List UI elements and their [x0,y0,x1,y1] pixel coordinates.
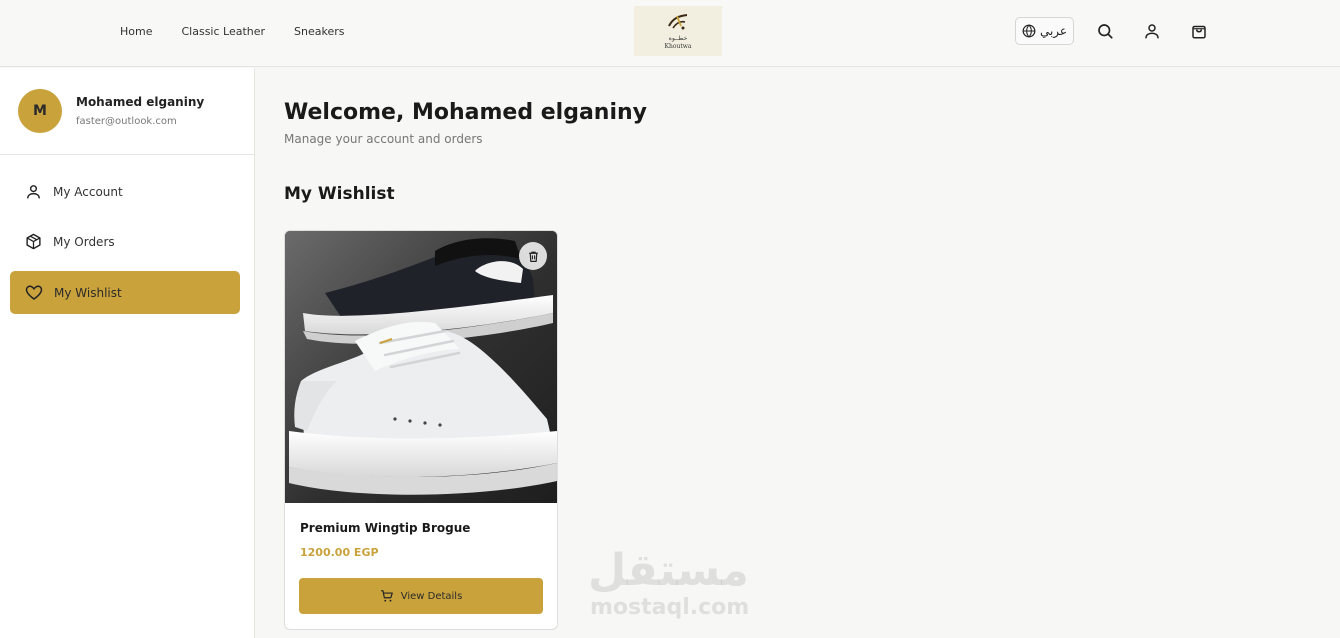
watermark-english: mostaql.com [590,595,750,620]
product-image[interactable] [285,231,557,503]
brand-logo[interactable]: خطــوة Khoutwa [634,6,722,56]
logo-english-text: Khoutwa [664,43,692,50]
wishlist-product-card[interactable]: Premium Wingtip Brogue 1200.00 EGP View … [284,230,558,630]
top-header: Home Classic Leather Sneakers خطــوة Kho… [0,0,1340,67]
logo-mark-icon [668,14,688,30]
remove-from-wishlist-button[interactable] [519,242,547,270]
language-switch-button[interactable]: عربي [1015,17,1074,45]
nav-sneakers-link[interactable]: Sneakers [294,25,344,38]
profile-email: faster@outlook.com [76,116,177,127]
heart-icon [25,285,43,300]
language-label: عربي [1039,24,1068,38]
page-title: Welcome, Mohamed elganiny [284,100,647,125]
product-price: 1200.00 EGP [300,546,379,559]
section-title: My Wishlist [284,184,395,204]
search-icon[interactable] [1095,21,1115,41]
watermark-arabic: مستقل [588,545,749,596]
shopping-bag-icon[interactable] [1189,21,1209,41]
profile-summary: M Mohamed elganiny faster@outlook.com [0,68,254,155]
logo-arabic-text: خطــوة [668,35,688,42]
sidebar-item-label: My Account [53,184,123,199]
cart-icon [380,590,393,602]
user-icon [27,185,40,199]
sidebar-item-my-account[interactable]: My Account [10,170,240,213]
globe-icon [1022,24,1036,38]
nav-home-link[interactable]: Home [120,25,152,38]
sidebar-item-label: My Wishlist [54,285,122,300]
sidebar-item-my-orders[interactable]: My Orders [10,220,240,263]
main-nav: Home Classic Leather Sneakers [120,0,374,62]
page-subtitle: Manage your account and orders [284,132,483,146]
package-icon [26,233,41,250]
view-details-button[interactable]: View Details [299,578,543,614]
trash-icon [528,251,538,262]
profile-name: Mohamed elganiny [76,95,205,109]
avatar: M [18,89,62,133]
account-sidebar: M Mohamed elganiny faster@outlook.com My… [0,68,255,638]
user-account-icon[interactable] [1142,21,1162,41]
view-details-label: View Details [400,590,463,602]
watermark: مستقل mostaql.com [588,545,768,627]
sidebar-item-label: My Orders [53,234,115,249]
product-name[interactable]: Premium Wingtip Brogue [300,521,470,535]
sidebar-item-my-wishlist[interactable]: My Wishlist [10,271,240,314]
nav-classic-leather-link[interactable]: Classic Leather [181,25,265,38]
